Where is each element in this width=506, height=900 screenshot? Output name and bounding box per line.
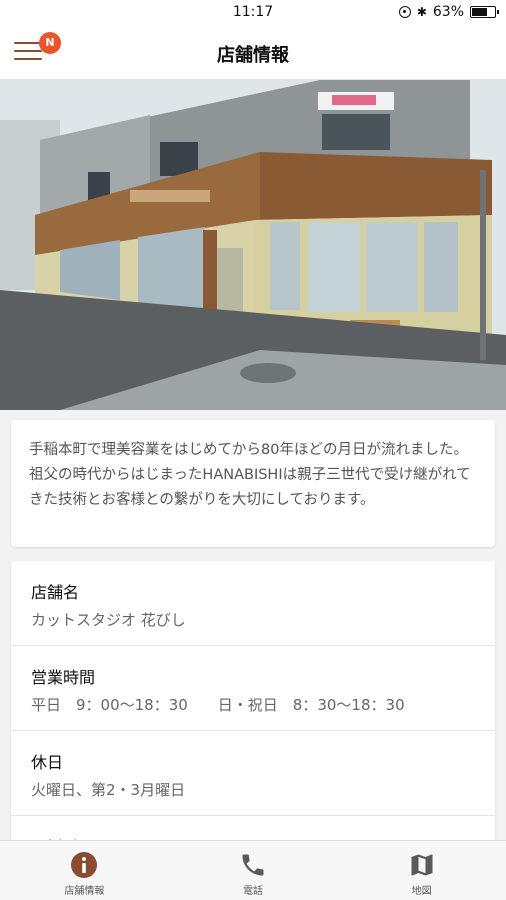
battery-fill [472, 8, 488, 16]
info-row-holiday: 休日 火曜日、第2・3月曜日 [11, 731, 495, 816]
tab-label: 地図 [411, 886, 432, 897]
info-label: 営業時間 [31, 668, 96, 687]
store-photo [0, 80, 506, 410]
phone-icon [242, 854, 264, 876]
tab-label: 電話 [243, 886, 263, 897]
status-right: ✱ 63% [398, 4, 499, 20]
bluetooth-icon: ✱ [416, 5, 427, 19]
tab-phone[interactable]: 電話 [169, 841, 338, 900]
tab-store-info[interactable]: 店舗情報 [0, 841, 169, 900]
info-value: 火曜日、第2・3月曜日 [31, 781, 186, 799]
info-row-store-name: 店舗名 カットスタジオ 花びし [11, 561, 495, 646]
info-icon [71, 852, 98, 878]
page-title: 店舗情報 [217, 45, 289, 66]
info-label: 休日 [31, 753, 64, 772]
status-bar: 11:17 ✱ 63% [0, 0, 506, 26]
intro-text: 手稲本町で理美容業をはじめてから80年ほどの月日が流れました。祖父の時代からはじ… [29, 442, 471, 508]
battery-percent: 63% [432, 4, 464, 20]
info-label: 店舗名 [31, 583, 80, 602]
nav-bar: N 店舗情報 [0, 26, 506, 80]
info-value: カットスタジオ 花びし [31, 611, 186, 629]
info-row-hours: 営業時間 平日 9：00〜18：30 日・祝日 8：30〜18：30 [11, 646, 495, 731]
info-value: 平日 9：00〜18：30 日・祝日 8：30〜18：30 [31, 696, 405, 714]
tab-label: 店舗情報 [64, 886, 105, 897]
intro-card: 手稲本町で理美容業をはじめてから80年ほどの月日が流れました。祖父の時代からはじ… [11, 420, 495, 547]
map-icon [411, 854, 433, 876]
tab-map[interactable]: 地図 [337, 841, 506, 900]
bottom-tab-bar: 店舗情報 電話 地図 [0, 840, 506, 900]
store-info-card: 店舗名 カットスタジオ 花びし 営業時間 平日 9：00〜18：30 日・祝日 … [11, 561, 495, 871]
storefront-image [0, 80, 506, 410]
battery-icon [470, 6, 499, 18]
orientation-lock-icon [398, 6, 411, 18]
